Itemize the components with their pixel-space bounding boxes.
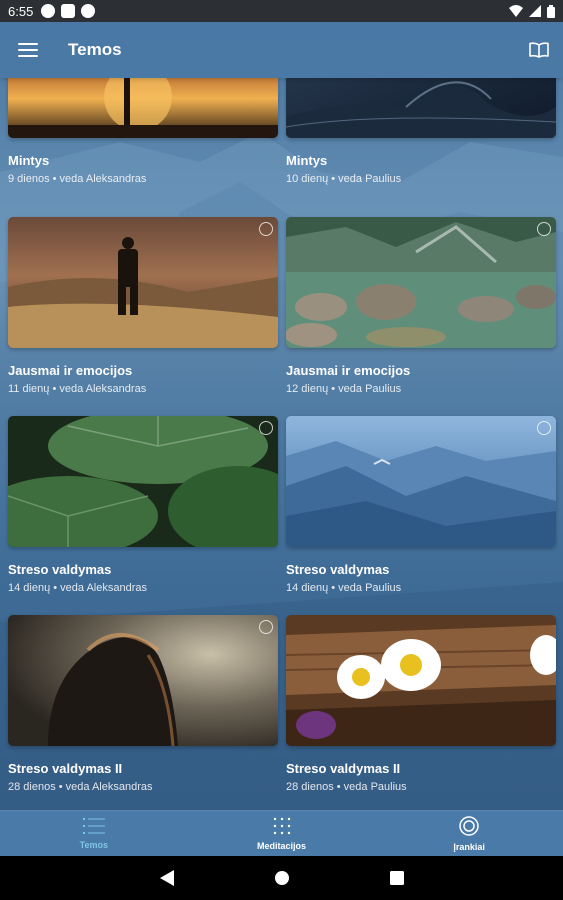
nav-label: Įrankiai <box>453 841 485 852</box>
card-meta: 28 dienos • veda Aleksandras <box>8 781 153 793</box>
system-navigation-bar <box>0 856 563 900</box>
card-thumbnail <box>286 615 556 746</box>
card-meta: 9 dienos • veda Aleksandras <box>8 173 147 185</box>
progress-radio-icon[interactable] <box>259 620 273 634</box>
app-notification-icon <box>61 4 76 18</box>
card-meta: 10 dienų • veda Paulius <box>286 173 402 185</box>
status-time: 6:55 <box>8 3 34 19</box>
hamburger-menu-icon[interactable] <box>0 22 56 78</box>
topic-card[interactable]: Streso valdymas 14 dienų • veda Aleksand… <box>8 416 278 594</box>
card-thumbnail <box>8 615 278 746</box>
card-title: Mintys <box>286 153 328 168</box>
nav-label: Temos <box>79 839 108 850</box>
card-meta: 11 dienų • veda Aleksandras <box>8 383 147 395</box>
card-title: Streso valdymas <box>286 562 390 577</box>
progress-radio-icon[interactable] <box>259 421 273 435</box>
wifi-icon <box>509 5 523 17</box>
battery-icon <box>547 4 555 18</box>
topic-card[interactable]: Jausmai ir emocijos 12 dienų • veda Paul… <box>286 217 556 395</box>
app-notification-icon <box>81 4 96 18</box>
progress-radio-icon[interactable] <box>537 222 551 236</box>
card-thumbnail <box>286 78 556 138</box>
card-meta: 28 dienos • veda Paulius <box>286 781 407 793</box>
card-thumbnail <box>286 416 556 547</box>
card-thumbnail <box>8 217 278 348</box>
recents-icon[interactable] <box>389 871 404 885</box>
topic-card[interactable]: Jausmai ir emocijos 11 dienų • veda Alek… <box>8 217 278 395</box>
nav-tab-temos[interactable]: Temos <box>0 811 188 856</box>
topics-list[interactable]: Mintys 9 dienos • veda Aleksandras Minty… <box>0 78 563 810</box>
card-meta: 14 dienų • veda Aleksandras <box>8 582 148 594</box>
open-book-icon[interactable] <box>519 22 559 78</box>
app-bar: Temos <box>0 22 563 78</box>
topic-card[interactable]: Mintys 9 dienos • veda Aleksandras <box>8 78 278 185</box>
topic-card[interactable]: Streso valdymas 14 dienų • veda Paulius <box>286 416 556 594</box>
target-circle-icon <box>459 815 479 836</box>
card-title: Streso valdymas II <box>286 761 401 776</box>
topic-card[interactable]: Streso valdymas II 28 dienos • veda Paul… <box>286 615 556 793</box>
card-thumbnail <box>286 217 556 348</box>
progress-radio-icon[interactable] <box>537 421 551 435</box>
progress-radio-icon[interactable] <box>259 222 273 236</box>
dots-grid-icon <box>273 817 290 834</box>
nav-label: Meditacijos <box>257 840 307 851</box>
bottom-navigation: Temos Meditacijos Įrankiai <box>0 810 563 856</box>
card-title: Jausmai ir emocijos <box>8 363 133 378</box>
card-meta: 14 dienų • veda Paulius <box>286 582 402 594</box>
home-icon[interactable] <box>274 870 290 886</box>
card-title: Streso valdymas II <box>8 761 123 776</box>
topic-card[interactable]: Mintys 10 dienų • veda Paulius <box>286 78 556 185</box>
card-meta: 12 dienų • veda Paulius <box>286 383 402 395</box>
card-title: Mintys <box>8 153 50 168</box>
list-icon <box>82 817 105 834</box>
status-bar: 6:55 <box>0 0 563 22</box>
topic-card[interactable]: Streso valdymas II 28 dienos • veda Alek… <box>8 615 278 793</box>
card-thumbnail <box>8 78 278 138</box>
card-thumbnail <box>8 416 278 547</box>
card-title: Jausmai ir emocijos <box>286 363 411 378</box>
nav-tab-meditacijos[interactable]: Meditacijos <box>188 811 376 856</box>
nav-tab-irankiai[interactable]: Įrankiai <box>375 811 563 856</box>
page-title: Temos <box>68 40 122 59</box>
app-notification-icon <box>41 4 56 18</box>
signal-icon <box>529 5 541 17</box>
card-title: Streso valdymas <box>8 562 112 577</box>
back-icon[interactable] <box>159 870 174 886</box>
